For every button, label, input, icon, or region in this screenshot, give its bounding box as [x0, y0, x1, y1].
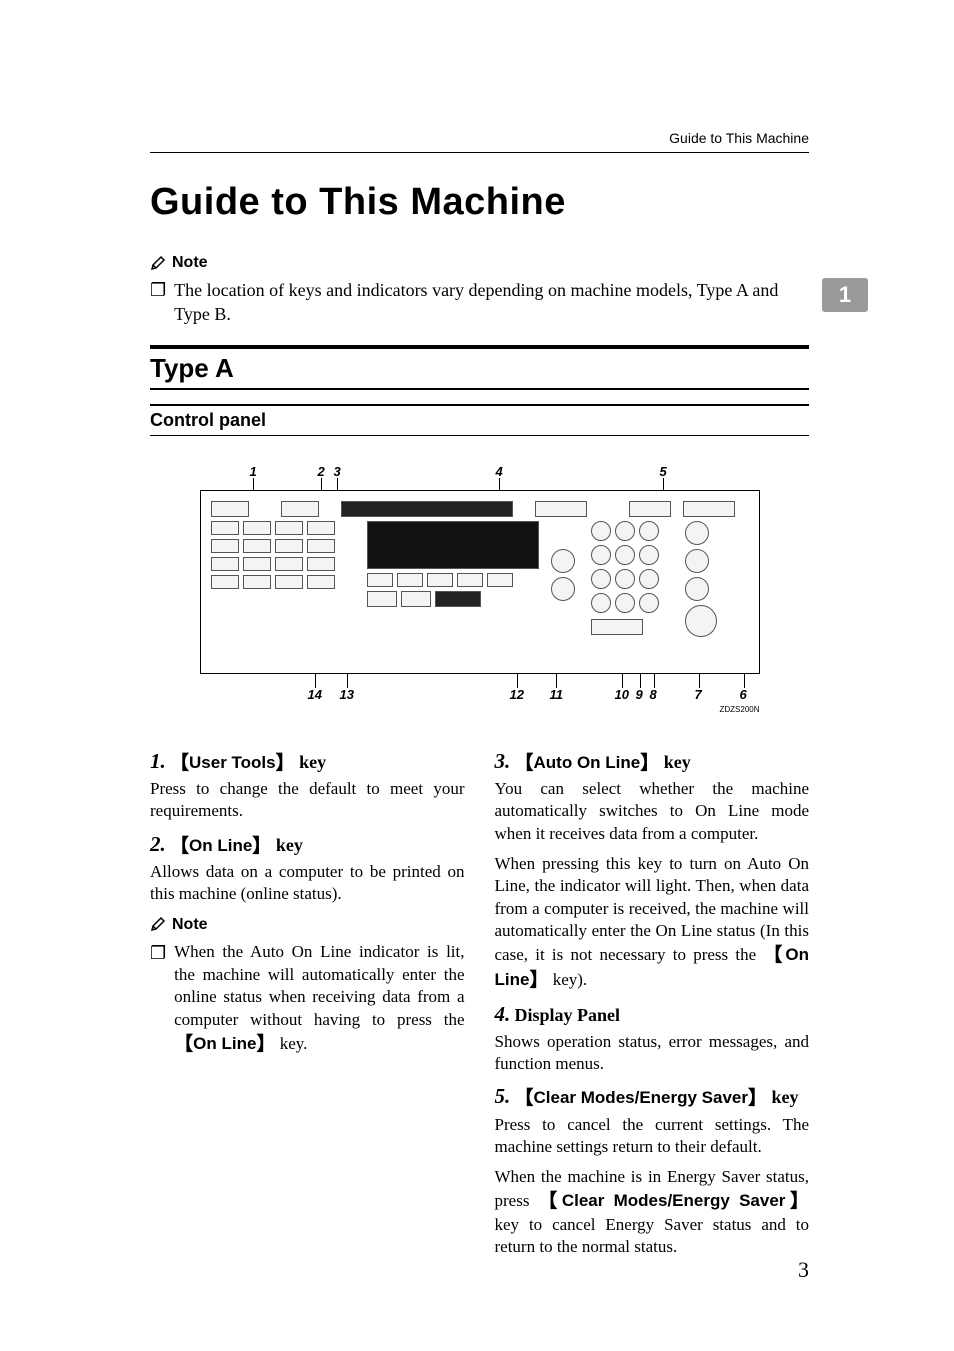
callout-num: 12	[510, 687, 524, 702]
section-heading: Type A	[150, 345, 809, 390]
item-heading: 3. 【Auto On Line】 key	[495, 748, 810, 776]
key-name: On Line	[193, 1034, 256, 1053]
list-bullet-icon: ❐	[150, 941, 166, 1058]
close-bracket-icon: 】	[256, 1034, 275, 1055]
key-suffix: key	[659, 752, 691, 772]
diagram-reference-code: ZDZS200N	[719, 705, 759, 714]
callout-num: 8	[650, 687, 657, 702]
key-name: On Line	[189, 836, 252, 855]
item-number: 5.	[495, 1084, 511, 1108]
open-bracket-icon: 【	[174, 1034, 193, 1055]
callout-num: 3	[334, 464, 341, 479]
manual-page: Guide to This Machine Guide to This Mach…	[0, 0, 954, 1351]
control-panel-diagram: 1 2 3 4 5	[200, 464, 760, 714]
callout-num: 13	[340, 687, 354, 702]
panel-outline	[200, 490, 760, 674]
open-bracket-icon: 【	[515, 1088, 534, 1109]
open-bracket-icon: 【	[515, 753, 534, 774]
note-text: When the Auto On Line indicator is lit, …	[174, 941, 464, 1058]
item-body: Allows data on a computer to be printed …	[150, 861, 465, 906]
open-bracket-icon: 【	[763, 945, 785, 966]
open-bracket-icon: 【	[170, 753, 189, 774]
close-bracket-icon: 】	[529, 970, 548, 991]
item-number: 2.	[150, 832, 166, 856]
callout-num: 11	[550, 687, 564, 702]
callout-num: 6	[740, 687, 747, 702]
close-bracket-icon: 】	[640, 753, 659, 774]
subsection-heading: Control panel	[150, 404, 809, 436]
callout-num: 5	[660, 464, 667, 479]
item-heading: 4. Display Panel	[495, 1001, 810, 1029]
key-suffix: key	[295, 752, 327, 772]
callout-num: 2	[318, 464, 325, 479]
item-body: When pressing this key to turn on Auto O…	[495, 853, 810, 993]
item-body: Press to cancel the current settings. Th…	[495, 1114, 810, 1159]
key-name: Auto On Line	[534, 753, 641, 772]
pencil-icon	[150, 916, 166, 932]
close-bracket-icon: 】	[785, 1191, 809, 1212]
item-body: You can select whether the machine autom…	[495, 778, 810, 845]
running-head: Guide to This Machine	[150, 130, 809, 153]
item-heading: 1. 【User Tools】 key	[150, 748, 465, 776]
callout-num: 10	[615, 687, 629, 702]
item-title: Display Panel	[515, 1005, 621, 1025]
item-number: 4.	[495, 1002, 511, 1026]
close-bracket-icon: 】	[276, 753, 295, 774]
close-bracket-icon: 】	[252, 836, 271, 857]
key-name: User Tools	[189, 753, 276, 772]
callout-num: 14	[308, 687, 322, 702]
open-bracket-icon: 【	[538, 1191, 562, 1212]
item-heading: 2. 【On Line】 key	[150, 831, 465, 859]
callout-num: 4	[496, 464, 503, 479]
note-body: ❐ When the Auto On Line indicator is lit…	[150, 941, 465, 1058]
note-body: ❐ The location of keys and indicators va…	[150, 278, 809, 327]
item-number: 1.	[150, 749, 166, 773]
list-bullet-icon: ❐	[150, 278, 166, 327]
note-text: The location of keys and indicators vary…	[174, 278, 809, 327]
callout-num: 7	[695, 687, 702, 702]
callout-num: 1	[250, 464, 257, 479]
right-column: 3. 【Auto On Line】 key You can select whe…	[495, 744, 810, 1267]
close-bracket-icon: 】	[748, 1088, 767, 1109]
item-body: Press to change the default to meet your…	[150, 778, 465, 823]
page-title: Guide to This Machine	[150, 181, 809, 224]
key-suffix: key	[271, 835, 303, 855]
pencil-icon	[150, 255, 166, 271]
left-column: 1. 【User Tools】 key Press to change the …	[150, 744, 465, 1267]
open-bracket-icon: 【	[170, 836, 189, 857]
callout-num: 9	[636, 687, 643, 702]
page-number: 3	[798, 1257, 809, 1283]
item-body: When the machine is in Energy Saver stat…	[495, 1166, 810, 1258]
note-label: Note	[172, 254, 208, 272]
note-heading: Note	[150, 254, 809, 272]
item-heading: 5. 【Clear Modes/Energy Saver】 key	[495, 1083, 810, 1111]
item-number: 3.	[495, 749, 511, 773]
item-body: Shows operation status, error messages, …	[495, 1031, 810, 1076]
key-suffix: key	[767, 1087, 799, 1107]
key-name: Clear Modes/Energy Saver	[534, 1088, 748, 1107]
key-name: Clear Modes/Energy Saver	[562, 1191, 786, 1210]
note-heading: Note	[150, 914, 465, 935]
note-label: Note	[172, 914, 208, 935]
chapter-tab: 1	[822, 278, 868, 312]
